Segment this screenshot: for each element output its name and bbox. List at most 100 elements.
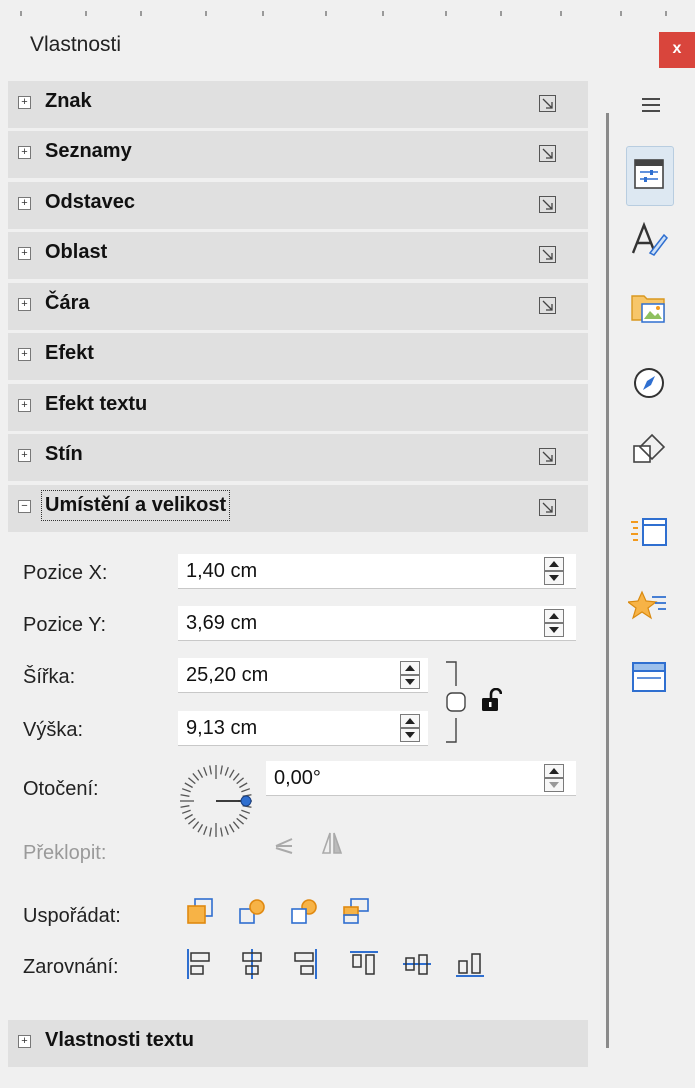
expand-icon[interactable]: + <box>18 247 31 260</box>
dial-tick <box>184 782 193 789</box>
styles-icon[interactable] <box>628 219 670 261</box>
dial-tick <box>232 773 240 781</box>
pos-x-field[interactable]: 1,40 cm <box>178 554 576 589</box>
section-title: Čára <box>45 292 90 314</box>
dial-tick <box>236 817 244 825</box>
rotation-field[interactable]: 0,00° <box>266 761 576 796</box>
flip-label: Překlopit: <box>23 842 107 864</box>
expand-icon[interactable]: + <box>18 1035 31 1048</box>
more-options-icon[interactable] <box>539 95 556 112</box>
flip-vertical-icon[interactable] <box>273 833 295 857</box>
more-options-icon[interactable] <box>539 297 556 314</box>
width-value: 25,20 cm <box>186 664 269 686</box>
dial-tick <box>180 794 190 797</box>
expand-icon[interactable]: + <box>18 298 31 311</box>
rotation-spinner[interactable] <box>544 764 564 792</box>
flip-horizontal-icon[interactable] <box>320 831 344 857</box>
sidebar-splitter[interactable] <box>606 113 609 1048</box>
height-field[interactable]: 9,13 cm <box>178 711 428 746</box>
dial-tick <box>239 813 248 820</box>
rotation-value: 0,00° <box>274 767 321 789</box>
rotation-label: Otočení: <box>23 778 99 800</box>
section-cara[interactable]: + Čára <box>8 283 588 330</box>
expand-icon[interactable]: + <box>18 197 31 210</box>
animation-icon[interactable] <box>628 585 670 627</box>
section-odstavec[interactable]: + Odstavec <box>8 182 588 229</box>
dial-tick <box>241 788 251 793</box>
dial-tick <box>236 777 244 785</box>
dial-knob[interactable] <box>240 795 252 807</box>
top-strip <box>0 0 695 18</box>
expand-icon[interactable]: + <box>18 399 31 412</box>
expand-icon[interactable]: + <box>18 146 31 159</box>
master-slides-icon[interactable] <box>628 656 670 698</box>
dial-tick <box>232 821 240 829</box>
section-znak[interactable]: + Znak <box>8 81 588 128</box>
pos-y-field[interactable]: 3,69 cm <box>178 606 576 641</box>
section-title: Umístění a velikost <box>40 490 231 521</box>
section-text-properties[interactable]: + Vlastnosti textu <box>8 1020 588 1067</box>
section-seznamy[interactable]: + Seznamy <box>8 131 588 178</box>
pos-x-label: Pozice X: <box>23 562 108 584</box>
align-left-icon[interactable] <box>185 948 215 980</box>
section-title: Stín <box>45 443 83 465</box>
gallery-icon[interactable] <box>628 286 670 328</box>
expand-icon[interactable]: + <box>18 348 31 361</box>
pos-y-value: 3,69 cm <box>186 612 258 634</box>
dial-tick <box>188 777 196 785</box>
shapes-icon[interactable] <box>628 429 670 471</box>
slide-transition-icon[interactable] <box>628 512 670 554</box>
pos-x-spinner[interactable] <box>544 557 564 585</box>
dial-tick <box>181 788 191 793</box>
section-title: Vlastnosti textu <box>45 1029 194 1051</box>
dial-tick <box>224 826 229 836</box>
more-options-icon[interactable] <box>539 499 556 516</box>
expand-icon[interactable]: + <box>18 449 31 462</box>
dial-tick <box>220 765 223 775</box>
pos-y-spinner[interactable] <box>544 609 564 637</box>
properties-icon[interactable] <box>628 153 670 195</box>
more-options-icon[interactable] <box>539 145 556 162</box>
panel-titlebar: Vlastnosti <box>0 22 695 72</box>
more-options-icon[interactable] <box>539 196 556 213</box>
section-title: Seznamy <box>45 140 132 162</box>
expand-icon[interactable]: + <box>18 96 31 109</box>
align-top-icon[interactable] <box>349 948 379 980</box>
height-spinner[interactable] <box>400 714 420 742</box>
dial-tick <box>197 824 204 833</box>
send-to-back-icon[interactable] <box>341 897 371 927</box>
dial-tick <box>203 766 208 776</box>
section-efekt-textu[interactable]: + Efekt textu <box>8 384 588 431</box>
dial-tick <box>180 805 190 808</box>
dial-tick <box>209 827 212 837</box>
section-oblast[interactable]: + Oblast <box>8 232 588 279</box>
dial-tick <box>188 817 196 825</box>
arrange-label: Uspořádat: <box>23 905 121 927</box>
dial-tick <box>192 821 200 829</box>
panel-title: Vlastnosti <box>30 33 122 56</box>
section-position-size[interactable]: − Umístění a velikost <box>8 485 588 532</box>
navigator-icon[interactable] <box>628 362 670 404</box>
width-spinner[interactable] <box>400 661 420 689</box>
close-button[interactable]: x <box>659 32 695 68</box>
bring-to-front-icon[interactable] <box>185 897 215 927</box>
section-efekt[interactable]: + Efekt <box>8 333 588 380</box>
more-options-icon[interactable] <box>539 246 556 263</box>
more-options-icon[interactable] <box>539 448 556 465</box>
lock-open-icon[interactable] <box>480 688 502 714</box>
align-middle-icon[interactable] <box>402 948 432 980</box>
send-backward-icon[interactable] <box>289 897 319 927</box>
bring-forward-icon[interactable] <box>237 897 267 927</box>
height-value: 9,13 cm <box>186 717 258 739</box>
rotation-dial[interactable] <box>174 759 258 843</box>
align-right-icon[interactable] <box>289 948 319 980</box>
menu-icon[interactable] <box>640 95 662 115</box>
width-field[interactable]: 25,20 cm <box>178 658 428 693</box>
section-stin[interactable]: + Stín <box>8 434 588 481</box>
align-center-icon[interactable] <box>237 948 267 980</box>
dial-tick <box>184 813 193 820</box>
align-label: Zarovnání: <box>23 956 119 978</box>
dial-tick <box>241 809 251 814</box>
collapse-icon[interactable]: − <box>18 500 31 513</box>
align-bottom-icon[interactable] <box>455 948 485 980</box>
